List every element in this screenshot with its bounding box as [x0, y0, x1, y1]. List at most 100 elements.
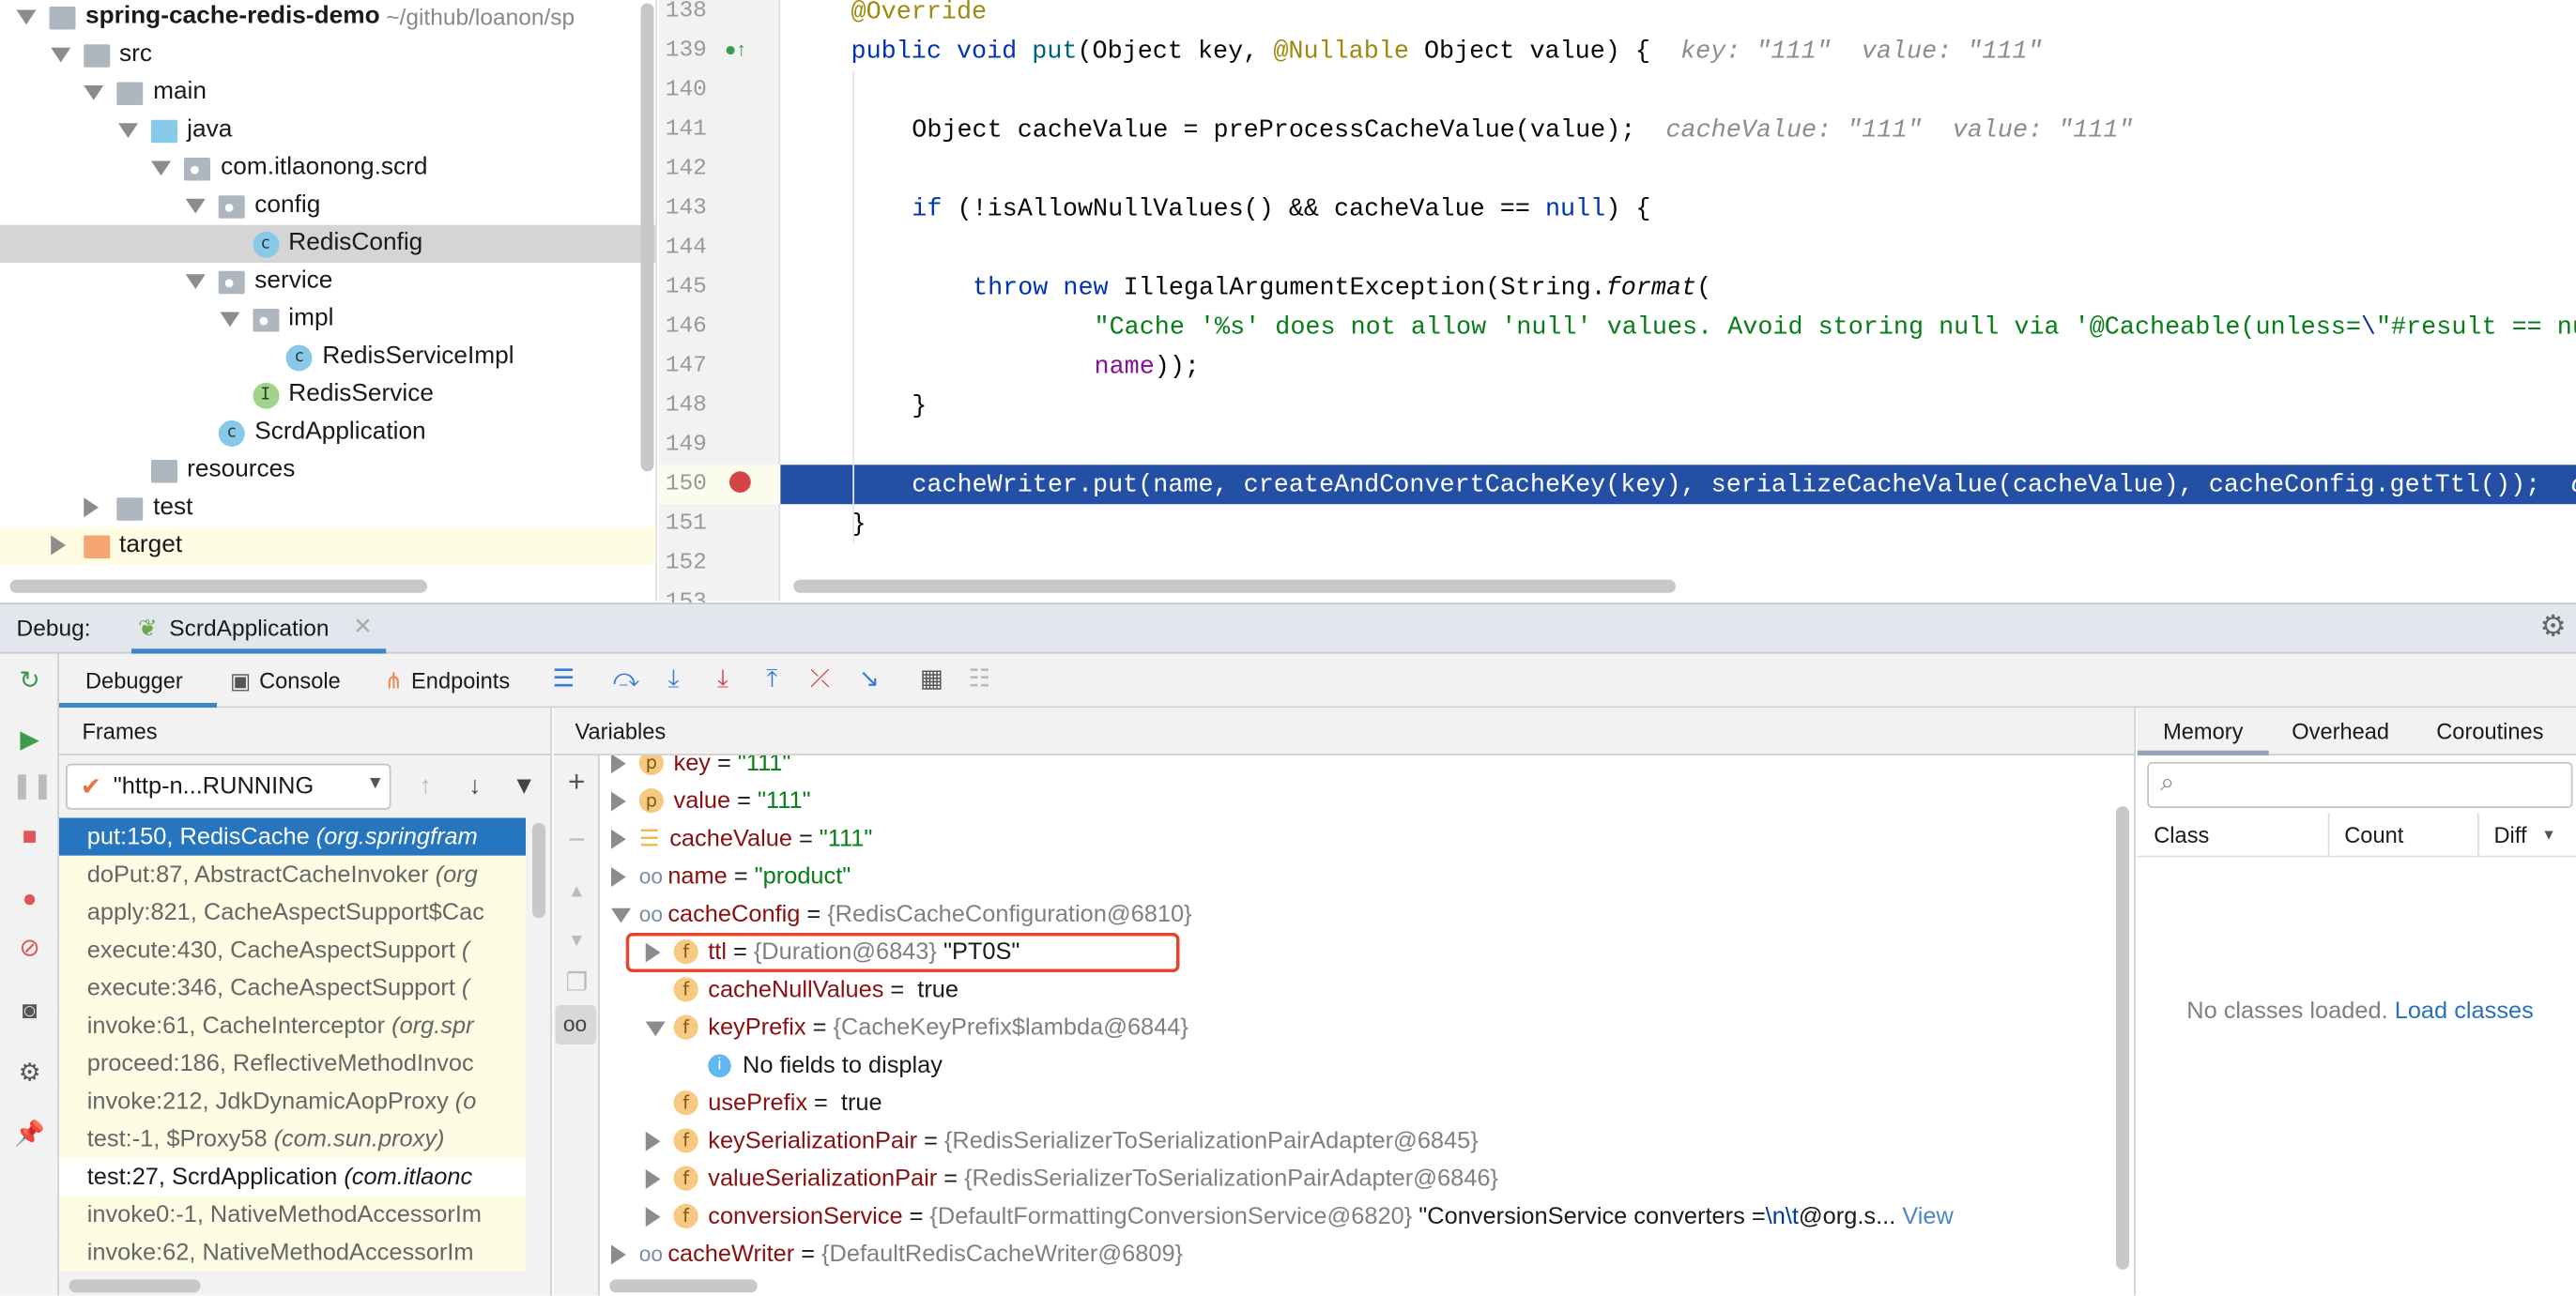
load-classes-link[interactable]: Load classes	[2395, 999, 2534, 1025]
mute-breakpoints-icon[interactable]: ⊘	[11, 931, 48, 968]
frame-item[interactable]: apply:821, CacheAspectSupport$Cac	[59, 893, 526, 931]
run-to-cursor-icon[interactable]: ↘	[851, 662, 888, 698]
evaluate-expression-icon[interactable]: ▦	[913, 662, 950, 698]
gutter-line[interactable]: 149	[659, 425, 781, 465]
code-line[interactable]: @Override	[780, 0, 2576, 31]
tree-item[interactable]: impl	[0, 300, 655, 338]
code-editor[interactable]: @Overridepublic void put(Object key, @Nu…	[780, 0, 2576, 602]
variable-item[interactable]: fkeyPrefix={CacheKeyPrefix$lambda@6844}	[602, 1009, 2113, 1046]
tree-item[interactable]: java	[0, 112, 655, 149]
gear-icon[interactable]: ⚙	[2540, 609, 2567, 644]
gutter-line[interactable]: 144	[659, 228, 781, 267]
code-line[interactable]: if (!isAllowNullValues() && cacheValue =…	[780, 189, 2576, 228]
gutter-line[interactable]: 141	[659, 110, 781, 149]
copy-icon[interactable]: ❐	[559, 966, 595, 1002]
variable-item[interactable]: pvalue="111"	[602, 782, 2113, 819]
plus-icon[interactable]: +	[559, 764, 595, 800]
move-up-icon[interactable]: ▲	[559, 874, 595, 910]
breakpoint-icon[interactable]	[729, 471, 751, 493]
code-line[interactable]: "Cache '%s' does not allow 'null' values…	[780, 307, 2576, 346]
code-line[interactable]: Object cacheValue = preProcessCacheValue…	[780, 110, 2576, 149]
gutter-line[interactable]: 152	[659, 543, 781, 583]
trace-icon[interactable]: ☷	[961, 662, 998, 698]
implements-icon[interactable]: ●↑	[725, 38, 746, 61]
frames-hscrollbar[interactable]	[69, 1279, 201, 1292]
code-line[interactable]: }	[780, 386, 2576, 425]
settings-icon[interactable]: ⚙	[11, 1056, 48, 1092]
step-over-icon[interactable]: ⤼	[608, 662, 645, 698]
chevron-down-icon[interactable]	[646, 1022, 666, 1037]
variable-item[interactable]: iNo fields to display	[602, 1046, 2113, 1084]
tree-item[interactable]: main	[0, 74, 655, 112]
tree-item[interactable]: cRedisConfig	[0, 225, 655, 263]
rerun-icon[interactable]: ↻	[11, 663, 48, 700]
step-into-icon[interactable]: ⤓	[655, 662, 692, 698]
editor-hscrollbar[interactable]	[793, 580, 1676, 593]
class-search-field[interactable]	[2195, 767, 2565, 803]
chevron-down-icon[interactable]	[611, 908, 631, 923]
force-step-into-icon[interactable]: ⤓	[705, 662, 742, 698]
chevron-down-icon[interactable]	[152, 161, 172, 176]
view-link[interactable]: View	[1902, 1203, 1954, 1229]
thread-selector[interactable]: ✔ "http-n...RUNNING ▼	[66, 764, 391, 810]
code-line[interactable]: cacheWriter.put(name, createAndConvertCa…	[780, 465, 2576, 504]
gutter-line[interactable]: 146	[659, 307, 781, 346]
gutter-line[interactable]: 150	[659, 465, 781, 504]
variables-tree[interactable]: pkey="111"pvalue="111"☰cacheValue="111"o…	[602, 755, 2113, 1268]
close-icon[interactable]: ✕	[353, 613, 373, 641]
chevron-down-icon[interactable]	[84, 85, 104, 100]
variable-item[interactable]: ☰cacheValue="111"	[602, 819, 2113, 857]
tree-item[interactable]: IRedisService	[0, 376, 655, 414]
column-diff[interactable]: Diff	[2494, 823, 2527, 847]
tab-memory[interactable]: Memory	[2138, 708, 2269, 755]
gutter-line[interactable]: 151	[659, 504, 781, 543]
chevron-right-icon[interactable]	[84, 497, 100, 517]
chevron-down-icon[interactable]	[17, 10, 37, 25]
variable-item[interactable]: fcacheNullValues= true	[602, 970, 2113, 1008]
tree-item[interactable]: src	[0, 37, 655, 74]
frame-item[interactable]: invoke:212, JdkDynamicAopProxy(o	[59, 1082, 526, 1120]
frame-item[interactable]: execute:346, CacheAspectSupport(	[59, 969, 526, 1007]
gutter-line[interactable]: 143	[659, 189, 781, 228]
tree-item[interactable]: config	[0, 188, 655, 225]
tree-item[interactable]: cRedisServiceImpl	[0, 339, 655, 376]
variable-item[interactable]: oocacheConfig={RedisCacheConfiguration@6…	[602, 895, 2113, 933]
camera-icon[interactable]: ◙	[11, 994, 48, 1030]
column-class[interactable]: Class	[2154, 823, 2209, 847]
gutter-line[interactable]: 138	[659, 0, 781, 31]
debug-session-tab[interactable]: ❦ ScrdApplication ✕	[131, 604, 386, 654]
frames-list[interactable]: put:150, RedisCache(org.springframdoPut:…	[59, 818, 526, 1275]
frame-item[interactable]: put:150, RedisCache(org.springfram	[59, 818, 526, 856]
variable-item[interactable]: pkey="111"	[602, 755, 2113, 782]
arrow-down-icon[interactable]: ↓	[457, 769, 494, 805]
code-line[interactable]: }	[780, 504, 2576, 543]
drop-frame-icon[interactable]: ⤫	[802, 662, 838, 698]
frames-vscrollbar[interactable]	[532, 823, 545, 919]
class-search-input[interactable]: ⌕	[2147, 762, 2572, 808]
gutter-line[interactable]: 148	[659, 386, 781, 425]
gutter-line[interactable]: 139●↑	[659, 31, 781, 70]
column-count[interactable]: Count	[2344, 823, 2403, 847]
frame-item[interactable]: invoke:61, CacheInterceptor(org.spr	[59, 1007, 526, 1044]
show-watches-toggle[interactable]: oo	[556, 1005, 597, 1044]
project-tree-hscrollbar[interactable]	[10, 580, 428, 593]
filter-icon[interactable]: ▼	[506, 769, 543, 805]
view-breakpoints-icon[interactable]: ●	[11, 882, 48, 919]
chevron-right-icon[interactable]	[646, 1169, 661, 1189]
variables-hscrollbar[interactable]	[609, 1279, 758, 1292]
chevron-right-icon[interactable]	[611, 792, 626, 812]
layout-menu-icon[interactable]: ☰	[545, 662, 582, 698]
tree-item[interactable]: cScrdApplication	[0, 414, 655, 451]
tab-console[interactable]: ▣Console	[230, 654, 341, 709]
tree-item[interactable]: target	[0, 527, 655, 565]
chevron-right-icon[interactable]	[611, 867, 626, 887]
tree-item[interactable]: spring-cache-redis-demo~/github/loanon/s…	[0, 0, 655, 37]
chevron-down-icon[interactable]	[186, 274, 206, 289]
variable-item[interactable]: oocacheWriter={DefaultRedisCacheWriter@6…	[602, 1235, 2113, 1268]
pin-icon[interactable]: 📌	[11, 1117, 48, 1153]
chevron-down-icon[interactable]	[118, 123, 138, 138]
variable-item[interactable]: ooname="product"	[602, 858, 2113, 895]
chevron-right-icon[interactable]	[611, 755, 626, 773]
tab-debugger[interactable]: Debugger	[59, 654, 217, 709]
frame-item[interactable]: execute:430, CacheAspectSupport(	[59, 931, 526, 968]
